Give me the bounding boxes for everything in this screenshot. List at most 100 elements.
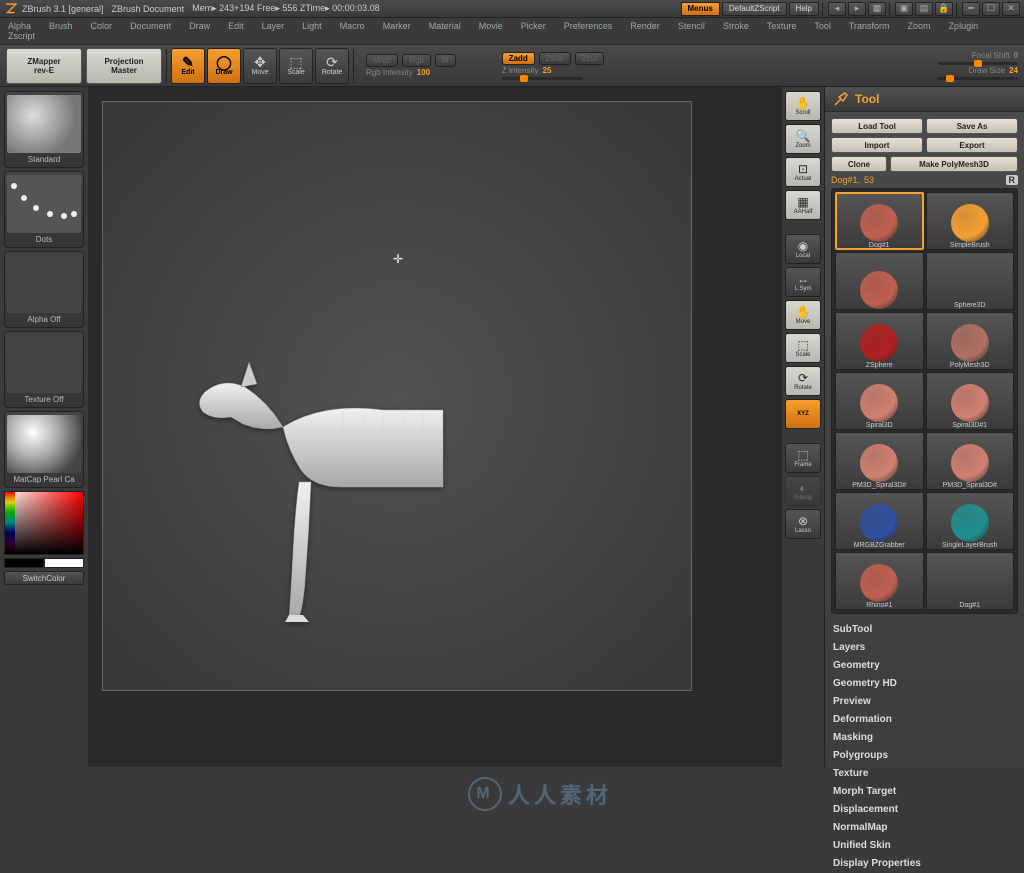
import-button[interactable]: Import bbox=[831, 137, 923, 153]
actual-button[interactable]: ⊡Actual bbox=[785, 157, 821, 187]
tool-thumb-pm3dspiral3d[interactable]: PM3D_Spiral3D# bbox=[926, 432, 1015, 490]
scale-button[interactable]: ⬚Scale bbox=[785, 333, 821, 363]
rotate-button[interactable]: ⟳Rotate bbox=[785, 366, 821, 396]
tool-thumb-dog1[interactable]: Dog#1 bbox=[835, 192, 924, 250]
section-geometry[interactable]: Geometry bbox=[833, 660, 1016, 671]
zsub-button[interactable]: Zsub bbox=[539, 52, 571, 65]
menu-zoom[interactable]: Zoom bbox=[908, 21, 931, 31]
menu-layer[interactable]: Layer bbox=[262, 21, 285, 31]
minimize-icon[interactable]: ━ bbox=[962, 2, 980, 16]
maximize-icon[interactable]: ☐ bbox=[982, 2, 1000, 16]
section-geometry-hd[interactable]: Geometry HD bbox=[833, 678, 1016, 689]
menu-document[interactable]: Document bbox=[130, 21, 171, 31]
menu-alpha[interactable]: Alpha bbox=[8, 21, 31, 31]
menu-light[interactable]: Light bbox=[302, 21, 322, 31]
section-normalmap[interactable]: NormalMap bbox=[833, 822, 1016, 833]
menu-zplugin[interactable]: Zplugin bbox=[949, 21, 979, 31]
menu-brush[interactable]: Brush bbox=[49, 21, 73, 31]
tool-thumb-spiral3d1[interactable]: Spiral3D#1 bbox=[926, 372, 1015, 430]
grid-icon[interactable]: ▦ bbox=[868, 2, 886, 16]
brush-thumb[interactable]: Standard bbox=[4, 91, 84, 168]
menu-transform[interactable]: Transform bbox=[849, 21, 890, 31]
draw-mode-button[interactable]: ◯Draw bbox=[207, 48, 241, 84]
zcut-button[interactable]: Zcut bbox=[575, 52, 605, 65]
save-as-button[interactable]: Save As bbox=[926, 118, 1018, 134]
section-layers[interactable]: Layers bbox=[833, 642, 1016, 653]
alpha-thumb[interactable]: Alpha Off bbox=[4, 251, 84, 328]
layout1-icon[interactable]: ▣ bbox=[895, 2, 913, 16]
move-button[interactable]: ✋Move bbox=[785, 300, 821, 330]
tool-panel-header[interactable]: Tool bbox=[825, 87, 1024, 112]
stroke-thumb[interactable]: Dots bbox=[4, 171, 84, 248]
projection-master-button[interactable]: Projection Master bbox=[86, 48, 162, 84]
color-picker[interactable] bbox=[4, 491, 84, 555]
menu-color[interactable]: Color bbox=[91, 21, 113, 31]
close-icon[interactable]: ✕ bbox=[1002, 2, 1020, 16]
scale-mode-button[interactable]: ⬚Scale bbox=[279, 48, 313, 84]
scroll-button[interactable]: ✋Scroll bbox=[785, 91, 821, 121]
section-deformation[interactable]: Deformation bbox=[833, 714, 1016, 725]
m-button[interactable]: M bbox=[435, 54, 456, 67]
rgb-button[interactable]: Rgb bbox=[402, 54, 431, 67]
menu-preferences[interactable]: Preferences bbox=[564, 21, 613, 31]
r-badge[interactable]: R bbox=[1006, 175, 1019, 185]
section-polygroups[interactable]: Polygroups bbox=[833, 750, 1016, 761]
focal-shift-slider[interactable] bbox=[938, 62, 1018, 65]
section-masking[interactable]: Masking bbox=[833, 732, 1016, 743]
viewport[interactable]: ✛ bbox=[102, 101, 692, 691]
draw-size-slider[interactable] bbox=[938, 77, 1018, 80]
clone-button[interactable]: Clone bbox=[831, 156, 887, 172]
tool-thumb-mrgbzgrabber[interactable]: MRGBZGrabber bbox=[835, 492, 924, 550]
zmapper-button[interactable]: ZMapper rev-E bbox=[6, 48, 82, 84]
color-swatches[interactable] bbox=[4, 558, 84, 568]
aahalf-button[interactable]: ▦AAHalf bbox=[785, 190, 821, 220]
section-unified-skin[interactable]: Unified Skin bbox=[833, 840, 1016, 851]
rotate-mode-button[interactable]: ⟳Rotate bbox=[315, 48, 349, 84]
tool-thumb-polymesh3d[interactable]: PolyMesh3D bbox=[926, 312, 1015, 370]
switch-color-button[interactable]: SwitchColor bbox=[4, 571, 84, 585]
material-thumb[interactable]: MatCap Pearl Ca bbox=[4, 411, 84, 488]
section-displacement[interactable]: Displacement bbox=[833, 804, 1016, 815]
tool-thumb-sphere3d[interactable]: Sphere3D bbox=[926, 252, 1015, 310]
menus-button[interactable]: Menus bbox=[681, 2, 720, 16]
menu-material[interactable]: Material bbox=[429, 21, 461, 31]
defaultzscript-button[interactable]: DefaultZScript bbox=[722, 2, 787, 16]
layout2-icon[interactable]: ▤ bbox=[915, 2, 933, 16]
tool-thumb-empty[interactable] bbox=[835, 252, 924, 310]
help-button[interactable]: Help bbox=[789, 2, 819, 16]
menu-render[interactable]: Render bbox=[630, 21, 660, 31]
menu-marker[interactable]: Marker bbox=[383, 21, 411, 31]
menu-stroke[interactable]: Stroke bbox=[723, 21, 749, 31]
menu-edit[interactable]: Edit bbox=[228, 21, 244, 31]
tool-thumb-pm3dspiral3d[interactable]: PM3D_Spiral3D# bbox=[835, 432, 924, 490]
zadd-button[interactable]: Zadd bbox=[502, 52, 535, 65]
frame-button[interactable]: ⬚Frame bbox=[785, 443, 821, 473]
lsym-button[interactable]: ↔L.Sym bbox=[785, 267, 821, 297]
make-polymesh-button[interactable]: Make PolyMesh3D bbox=[890, 156, 1018, 172]
local-button[interactable]: ◉Local bbox=[785, 234, 821, 264]
menu-zscript[interactable]: Zscript bbox=[8, 31, 35, 41]
texture-thumb[interactable]: Texture Off bbox=[4, 331, 84, 408]
tool-thumb-rhino1[interactable]: Rhino#1 bbox=[835, 552, 924, 610]
edit-mode-button[interactable]: ✎Edit bbox=[171, 48, 205, 84]
lasso-button[interactable]: ⊗Lasso bbox=[785, 509, 821, 539]
z-intensity-slider[interactable] bbox=[502, 77, 582, 80]
mrgb-button[interactable]: Mrgb bbox=[366, 54, 398, 67]
tool-thumb-zsphere[interactable]: ZSphere bbox=[835, 312, 924, 370]
menu-draw[interactable]: Draw bbox=[189, 21, 210, 31]
menu-stencil[interactable]: Stencil bbox=[678, 21, 705, 31]
load-tool-button[interactable]: Load Tool bbox=[831, 118, 923, 134]
menu-tool[interactable]: Tool bbox=[814, 21, 831, 31]
next-icon[interactable]: ▸ bbox=[848, 2, 866, 16]
tool-thumb-singlelayerbrush[interactable]: SingleLayerBrush bbox=[926, 492, 1015, 550]
menu-texture[interactable]: Texture bbox=[767, 21, 797, 31]
tool-thumb-dog1[interactable]: Dog#1 bbox=[926, 552, 1015, 610]
transp-button[interactable]: ◐Transp bbox=[785, 476, 821, 506]
menu-macro[interactable]: Macro bbox=[340, 21, 365, 31]
section-texture[interactable]: Texture bbox=[833, 768, 1016, 779]
zoom-button[interactable]: 🔍Zoom bbox=[785, 124, 821, 154]
section-morph-target[interactable]: Morph Target bbox=[833, 786, 1016, 797]
lock-icon[interactable]: 🔒 bbox=[935, 2, 953, 16]
menu-movie[interactable]: Movie bbox=[479, 21, 503, 31]
xyz-button[interactable]: XYZ bbox=[785, 399, 821, 429]
